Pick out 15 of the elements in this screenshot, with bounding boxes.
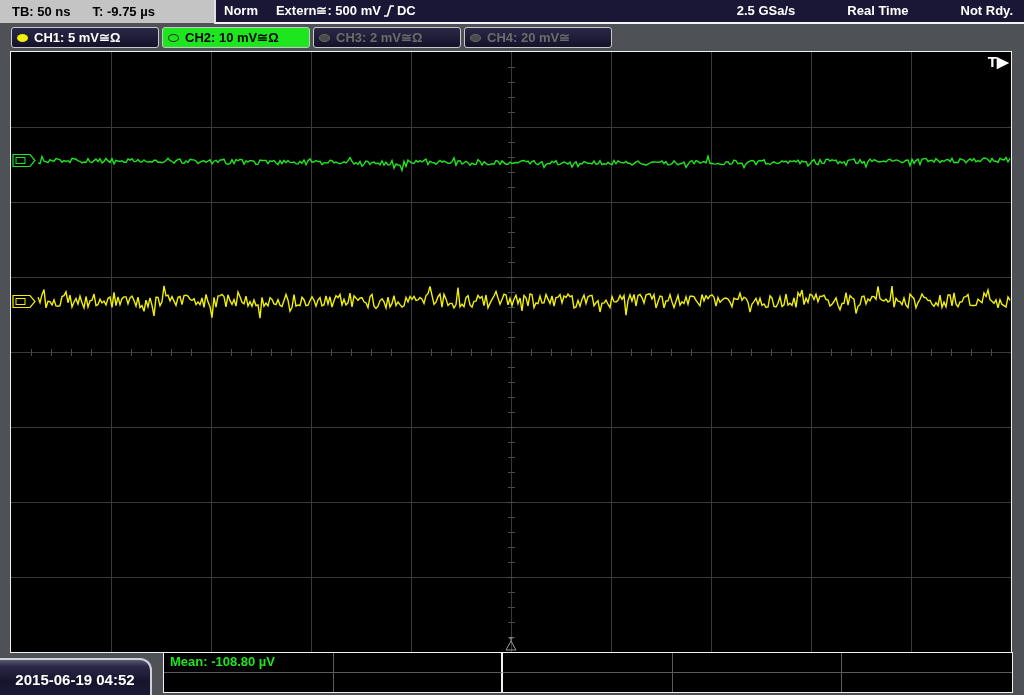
trigger-time-label: T: -9.75 µs <box>92 3 155 20</box>
status-label: Not Rdy. <box>960 3 1013 19</box>
date-time-label: 2015-06-19 04:52 <box>0 658 152 695</box>
trigger-marker: T▶ <box>987 53 1009 71</box>
channel-marker-icon[interactable] <box>12 153 36 168</box>
measurement-reading: Mean: -108.80 µV <box>170 654 276 671</box>
coupling-label: DC <box>396 3 416 19</box>
channel-tab[interactable]: CH2: 10 mV≅Ω <box>162 27 310 48</box>
trigger-source-label: Extern≅: 500 mV <box>275 3 381 19</box>
acquisition-mode-label: Real Time <box>847 3 909 19</box>
sample-rate-label: 2.5 GSa/s <box>736 3 796 19</box>
trigger-position-icon <box>505 637 517 651</box>
timebase-label: TB: 50 ns <box>12 3 71 20</box>
trigger-mode-label: Norm <box>224 3 258 19</box>
channel-tab[interactable]: CH1: 5 mV≅Ω <box>11 27 159 48</box>
